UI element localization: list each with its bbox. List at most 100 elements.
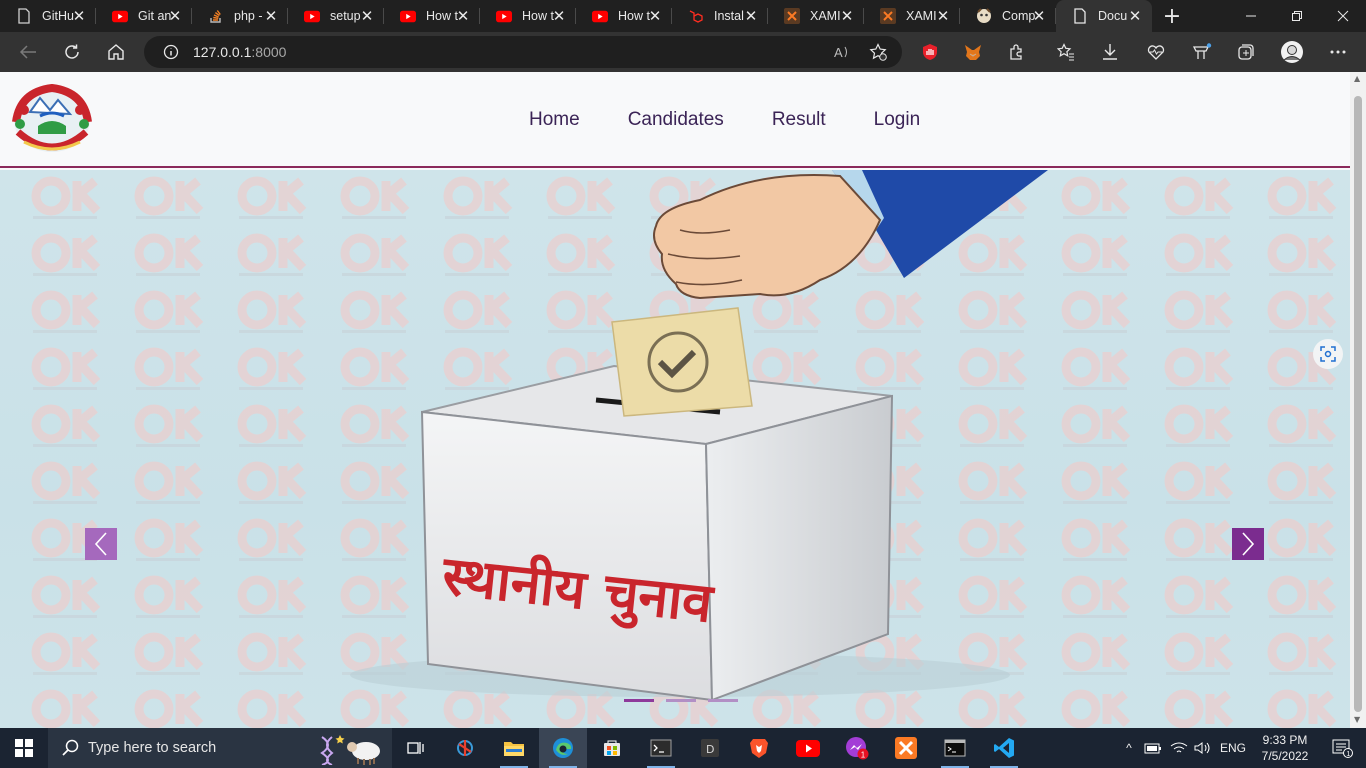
carousel-next-button[interactable] bbox=[1232, 528, 1264, 560]
close-icon[interactable]: ✕ bbox=[263, 7, 279, 25]
close-icon[interactable]: ✕ bbox=[71, 7, 87, 25]
downloads-icon[interactable] bbox=[1094, 36, 1126, 68]
minimize-button[interactable] bbox=[1228, 0, 1274, 32]
collections-icon[interactable] bbox=[1230, 36, 1262, 68]
chevron-up-icon[interactable]: ^ bbox=[1120, 741, 1138, 755]
new-tab-button[interactable]: + bbox=[1154, 0, 1190, 32]
extensions-icon[interactable] bbox=[1001, 36, 1033, 68]
tab[interactable]: Instal ✕ bbox=[672, 0, 768, 32]
start-button[interactable] bbox=[0, 728, 48, 768]
nepal-emblem-logo[interactable] bbox=[10, 82, 94, 156]
command-prompt-icon[interactable] bbox=[931, 728, 979, 768]
page-scrollbar[interactable]: ▲ ▼ bbox=[1350, 72, 1366, 728]
tab[interactable]: XAMI ✕ bbox=[864, 0, 960, 32]
volume-icon[interactable] bbox=[1194, 741, 1212, 755]
nav-links: Home Candidates Result Login bbox=[505, 108, 944, 132]
browser-tab-strip: GitHu ✕ Git an ✕ php - ✕ setup ✕ How t ✕… bbox=[0, 0, 1366, 32]
home-icon[interactable] bbox=[100, 36, 132, 68]
vscode-icon[interactable] bbox=[980, 728, 1028, 768]
stackoverflow-icon bbox=[208, 8, 224, 24]
carousel-indicator[interactable] bbox=[666, 699, 696, 702]
app-icon[interactable] bbox=[441, 728, 489, 768]
close-icon[interactable]: ✕ bbox=[647, 7, 663, 25]
close-icon[interactable]: ✕ bbox=[1127, 7, 1143, 25]
system-tray: ^ ENG bbox=[1120, 728, 1246, 768]
tab[interactable]: setup ✕ bbox=[288, 0, 384, 32]
carousel-indicator[interactable] bbox=[624, 699, 654, 702]
close-icon[interactable]: ✕ bbox=[1031, 7, 1047, 25]
svg-text:A: A bbox=[834, 45, 843, 60]
visual-search-icon[interactable] bbox=[1313, 339, 1343, 369]
file-explorer-icon[interactable] bbox=[490, 728, 538, 768]
tab[interactable]: How t ✕ bbox=[576, 0, 672, 32]
nav-candidates[interactable]: Candidates bbox=[628, 108, 724, 132]
chevron-left-icon bbox=[94, 532, 107, 556]
adblock-icon[interactable] bbox=[914, 36, 946, 68]
more-menu-icon[interactable] bbox=[1322, 36, 1354, 68]
nav-result[interactable]: Result bbox=[772, 108, 826, 132]
composer-icon bbox=[976, 8, 992, 24]
task-view-icon[interactable] bbox=[392, 728, 440, 768]
close-window-button[interactable] bbox=[1320, 0, 1366, 32]
page-icon bbox=[16, 8, 32, 24]
close-icon[interactable]: ✕ bbox=[551, 7, 567, 25]
site-navbar: Home Candidates Result Login bbox=[0, 72, 1350, 168]
back-icon[interactable] bbox=[12, 36, 44, 68]
xampp-taskbar-icon[interactable] bbox=[882, 728, 930, 768]
favorites-icon[interactable] bbox=[1050, 36, 1082, 68]
xampp-icon bbox=[880, 8, 896, 24]
close-icon[interactable]: ✕ bbox=[455, 7, 471, 25]
youtube-icon bbox=[400, 8, 416, 24]
close-icon[interactable]: ✕ bbox=[359, 7, 375, 25]
read-aloud-icon[interactable]: A bbox=[826, 36, 858, 68]
profile-avatar[interactable] bbox=[1276, 36, 1308, 68]
browser-essentials-icon[interactable] bbox=[1186, 36, 1218, 68]
close-icon[interactable]: ✕ bbox=[743, 7, 759, 25]
xampp-icon bbox=[784, 8, 800, 24]
language-indicator[interactable]: ENG bbox=[1220, 741, 1246, 755]
performance-icon[interactable] bbox=[1140, 36, 1172, 68]
hero-carousel: स्थानीय चुनाव bbox=[0, 170, 1350, 728]
web-page: Home Candidates Result Login स्थानीय चुन… bbox=[0, 72, 1350, 728]
dbeaver-icon[interactable]: D bbox=[686, 728, 734, 768]
restore-button[interactable] bbox=[1274, 0, 1320, 32]
laravel-icon bbox=[688, 8, 704, 24]
carousel-prev-button[interactable] bbox=[85, 528, 117, 560]
refresh-icon[interactable] bbox=[56, 36, 88, 68]
scroll-up-icon[interactable]: ▲ bbox=[1354, 74, 1360, 83]
clock[interactable]: 9:33 PM 7/5/2022 bbox=[1252, 732, 1318, 764]
taskbar-search-box[interactable]: Type here to search bbox=[48, 728, 392, 768]
nav-home[interactable]: Home bbox=[529, 108, 580, 132]
tab[interactable]: Git an ✕ bbox=[96, 0, 192, 32]
url-text[interactable]: 127.0.0.1:8000 bbox=[193, 42, 286, 62]
nav-login[interactable]: Login bbox=[874, 108, 921, 132]
brave-icon[interactable] bbox=[735, 728, 783, 768]
tab[interactable]: php - ✕ bbox=[192, 0, 288, 32]
tab[interactable]: GitHu ✕ bbox=[0, 0, 96, 32]
tab[interactable]: XAMI ✕ bbox=[768, 0, 864, 32]
windows-icon bbox=[15, 739, 33, 757]
terminal-icon[interactable] bbox=[637, 728, 685, 768]
store-icon[interactable] bbox=[588, 728, 636, 768]
edge-taskbar-icon[interactable] bbox=[539, 728, 587, 768]
messenger-icon[interactable]: 1 bbox=[833, 728, 881, 768]
youtube-taskbar-icon[interactable] bbox=[784, 728, 832, 768]
info-icon[interactable] bbox=[155, 36, 187, 68]
tab[interactable]: Comp ✕ bbox=[960, 0, 1056, 32]
notification-center-icon[interactable]: 1 bbox=[1318, 728, 1366, 768]
carousel-indicator[interactable] bbox=[708, 699, 738, 702]
metamask-icon[interactable] bbox=[957, 36, 989, 68]
tab-active[interactable]: Docu ✕ bbox=[1056, 0, 1152, 32]
scrollbar-thumb[interactable] bbox=[1354, 96, 1362, 712]
wifi-icon[interactable] bbox=[1170, 741, 1188, 755]
scroll-down-icon[interactable]: ▼ bbox=[1354, 715, 1360, 724]
tab[interactable]: How t ✕ bbox=[480, 0, 576, 32]
close-icon[interactable]: ✕ bbox=[167, 7, 183, 25]
youtube-icon bbox=[304, 8, 320, 24]
battery-icon[interactable] bbox=[1144, 741, 1162, 755]
notification-count: 1 bbox=[1346, 751, 1350, 758]
tab[interactable]: How t ✕ bbox=[384, 0, 480, 32]
close-icon[interactable]: ✕ bbox=[839, 7, 855, 25]
close-icon[interactable]: ✕ bbox=[935, 7, 951, 25]
add-favorite-icon[interactable] bbox=[862, 36, 894, 68]
